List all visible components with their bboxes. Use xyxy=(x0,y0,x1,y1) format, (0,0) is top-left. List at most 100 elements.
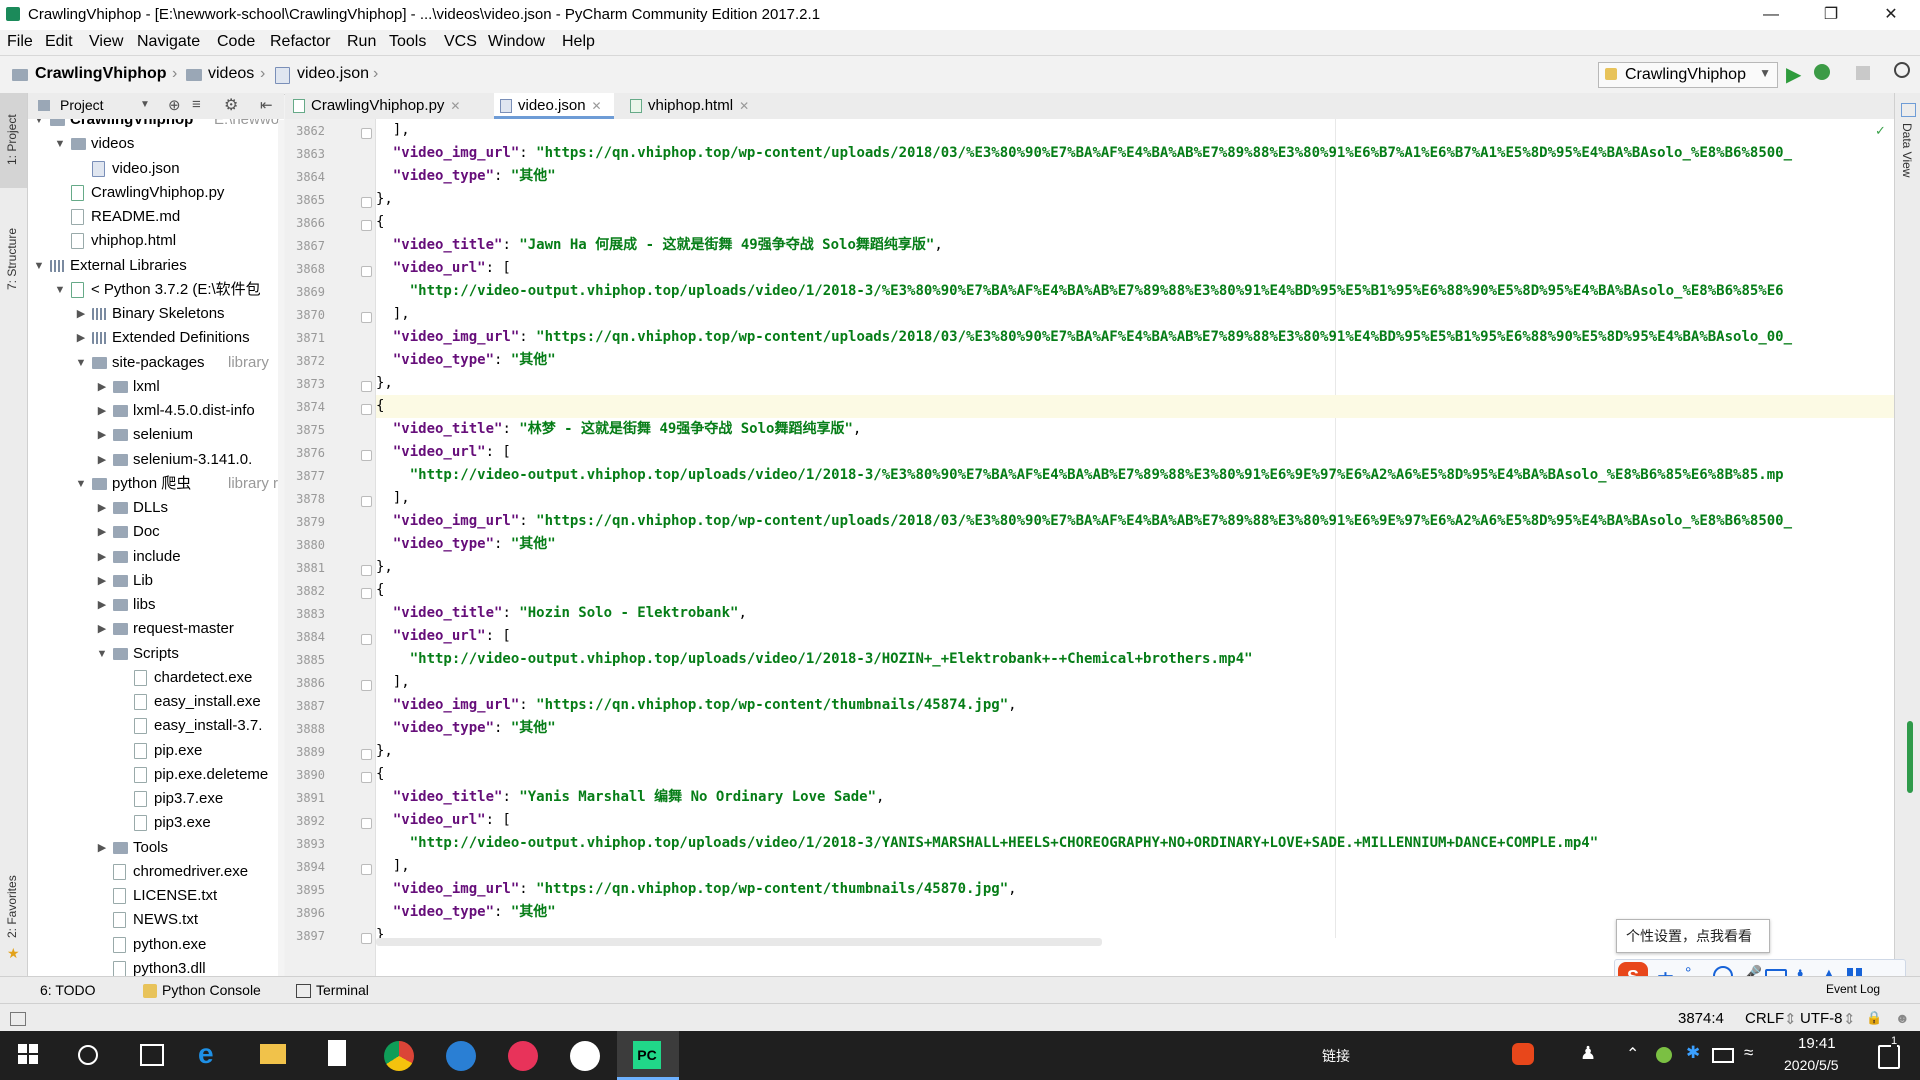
chevron-up-icon[interactable]: ⌃ xyxy=(1626,1044,1639,1064)
chevron-right-icon[interactable]: ▶ xyxy=(74,302,88,326)
chevron-right-icon[interactable]: ▶ xyxy=(95,496,109,520)
chevron-right-icon[interactable]: ▶ xyxy=(95,836,109,860)
code-line[interactable]: { xyxy=(376,211,384,234)
menu-file[interactable]: File xyxy=(7,33,33,51)
clock-time[interactable]: 19:41 xyxy=(1798,1035,1836,1052)
chevron-down-icon[interactable]: ▼ xyxy=(53,132,67,156)
chevron-down-icon[interactable]: ▼ xyxy=(140,99,150,110)
fold-marker-icon[interactable] xyxy=(361,680,372,691)
code-line[interactable]: "http://video-output.vhiphop.top/uploads… xyxy=(376,280,1784,303)
code-line[interactable]: "http://video-output.vhiphop.top/uploads… xyxy=(376,648,1253,671)
tree-item[interactable]: ▶ DLLs xyxy=(28,496,284,520)
chrome-icon[interactable] xyxy=(384,1041,414,1071)
chevron-down-icon[interactable]: ▼ xyxy=(32,254,46,278)
code-line[interactable]: "video_title": "Hozin Solo - Elektrobank… xyxy=(376,602,747,625)
tree-item[interactable]: ▶ Doc xyxy=(28,520,284,544)
python-console-tool-tab[interactable]: Python Console xyxy=(162,982,261,998)
tree-item[interactable]: CrawlingVhiphop.py xyxy=(28,181,284,205)
project-tool-tab[interactable]: 1: Project xyxy=(5,114,19,165)
close-icon[interactable]: ✕ xyxy=(739,99,749,113)
tree-item[interactable]: video.json xyxy=(28,157,284,181)
breadcrumb-videos[interactable]: videos xyxy=(208,65,254,83)
code-line[interactable]: }, xyxy=(376,372,393,395)
breadcrumb-project[interactable]: CrawlingVhiphop xyxy=(35,65,167,83)
hide-panel-icon[interactable]: ⇤ xyxy=(260,96,273,114)
tree-item[interactable]: easy_install.exe xyxy=(28,690,284,714)
close-window-button[interactable]: ✕ xyxy=(1866,0,1916,30)
tree-item[interactable]: ▼ videos xyxy=(28,132,284,156)
tree-item[interactable]: ▼ < Python 3.7.2 (E:\软件包 xyxy=(28,278,284,302)
lock-icon[interactable]: 🔒 xyxy=(1866,1010,1882,1026)
code-line[interactable]: { xyxy=(376,579,384,602)
collapse-all-icon[interactable]: ≡ xyxy=(192,96,201,113)
wifi-icon[interactable]: ≈ xyxy=(1744,1043,1753,1063)
code-line[interactable]: "http://video-output.vhiphop.top/uploads… xyxy=(376,832,1598,855)
code-line[interactable]: "video_title": "Yanis Marshall 编舞 No Ord… xyxy=(376,786,885,809)
breadcrumb-file[interactable]: video.json xyxy=(297,65,369,83)
inspector-icon[interactable]: ☻ xyxy=(1895,1010,1910,1026)
menu-edit[interactable]: Edit xyxy=(45,33,73,51)
tool-windows-toggle-icon[interactable] xyxy=(10,1012,26,1026)
tree-item[interactable]: ▶ lxml xyxy=(28,375,284,399)
app-circle-icon[interactable] xyxy=(570,1041,600,1071)
tree-item[interactable]: ▶ libs xyxy=(28,593,284,617)
code-line[interactable]: "video_url": [ xyxy=(376,625,511,648)
chevron-right-icon[interactable]: ▶ xyxy=(95,569,109,593)
tree-item[interactable]: ▶ lxml-4.5.0.dist-info xyxy=(28,399,284,423)
tree-item[interactable]: easy_install-3.7. xyxy=(28,714,284,738)
fold-marker-icon[interactable] xyxy=(361,197,372,208)
kugou-music-icon[interactable] xyxy=(446,1041,476,1071)
code-line[interactable]: ], xyxy=(376,671,410,694)
chevron-right-icon[interactable]: ▶ xyxy=(95,617,109,641)
close-icon[interactable]: ✕ xyxy=(592,99,602,113)
code-line[interactable]: }, xyxy=(376,188,393,211)
tree-item[interactable]: ▶ selenium-3.141.0. xyxy=(28,448,284,472)
code-line[interactable]: "video_img_url": "https://qn.vhiphop.top… xyxy=(376,326,1792,349)
fold-marker-icon[interactable] xyxy=(361,565,372,576)
file-explorer-icon[interactable] xyxy=(260,1044,286,1064)
tree-item[interactable]: ▶ Lib xyxy=(28,569,284,593)
code-line[interactable]: ], xyxy=(376,855,410,878)
menu-help[interactable]: Help xyxy=(562,33,595,51)
menu-window[interactable]: Window xyxy=(488,33,545,51)
code-line[interactable]: "video_type": "其他" xyxy=(376,165,556,188)
chevron-right-icon[interactable]: ▶ xyxy=(74,326,88,350)
cortana-search-icon[interactable] xyxy=(78,1045,98,1065)
tab-vhiphop-html[interactable]: vhiphop.html ✕ xyxy=(630,93,776,119)
line-separator[interactable]: CRLF xyxy=(1745,1010,1784,1027)
code-line[interactable]: { xyxy=(376,395,1894,418)
code-line[interactable]: ], xyxy=(376,487,410,510)
fold-marker-icon[interactable] xyxy=(361,128,372,139)
fold-marker-icon[interactable] xyxy=(361,220,372,231)
code-line[interactable]: { xyxy=(376,763,384,786)
minimize-button[interactable]: — xyxy=(1746,0,1796,30)
code-line[interactable]: ], xyxy=(376,303,410,326)
tray-app-icon[interactable] xyxy=(1656,1047,1672,1063)
project-view-label[interactable]: Project xyxy=(60,97,104,113)
chevron-right-icon[interactable]: ▶ xyxy=(95,545,109,569)
favorites-tool-tab[interactable]: 2: Favorites xyxy=(5,875,19,938)
locate-icon[interactable]: ⊕ xyxy=(168,96,181,114)
search-icon[interactable] xyxy=(1894,62,1910,78)
tree-item[interactable]: README.md xyxy=(28,205,284,229)
chevron-right-icon[interactable]: ▶ xyxy=(95,520,109,544)
code-line[interactable]: }, xyxy=(376,556,393,579)
tray-link-label[interactable]: 链接 xyxy=(1322,1046,1350,1066)
tree-item[interactable]: chromedriver.exe xyxy=(28,860,284,884)
chevron-down-icon[interactable]: ▼ xyxy=(32,119,46,132)
run-icon[interactable]: ▶ xyxy=(1786,62,1801,87)
event-log-tool-tab[interactable]: Event Log xyxy=(1826,982,1880,996)
chevron-right-icon[interactable]: ▶ xyxy=(95,448,109,472)
structure-tool-tab[interactable]: 7: Structure xyxy=(5,228,19,290)
error-stripe-indicator[interactable] xyxy=(1907,721,1913,793)
tree-item[interactable]: pip.exe.deleteme xyxy=(28,763,284,787)
chevron-down-icon[interactable]: ▼ xyxy=(95,642,109,666)
battery-icon[interactable] xyxy=(1712,1048,1734,1063)
fold-marker-icon[interactable] xyxy=(361,772,372,783)
fold-marker-icon[interactable] xyxy=(361,312,372,323)
tree-item[interactable]: LICENSE.txt xyxy=(28,884,284,908)
stop-icon[interactable] xyxy=(1856,66,1870,80)
chevron-down-icon[interactable]: ▼ xyxy=(74,472,88,496)
menu-run[interactable]: Run xyxy=(347,33,376,51)
fold-marker-icon[interactable] xyxy=(361,864,372,875)
